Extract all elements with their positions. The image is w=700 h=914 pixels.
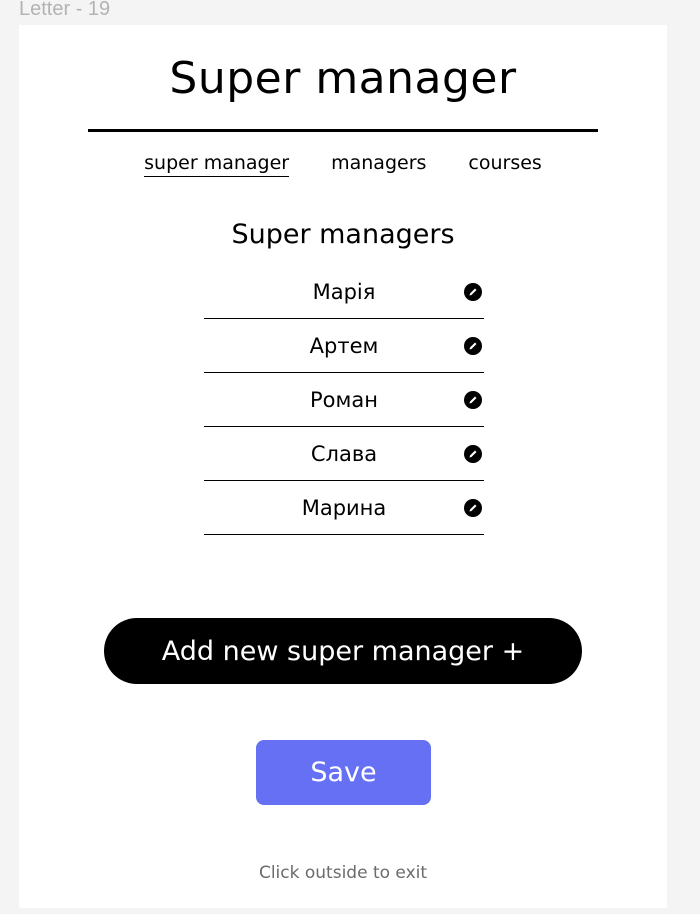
manager-name: Марина [301,495,387,520]
tab-super-manager[interactable]: super manager [144,152,290,177]
tab-managers[interactable]: managers [331,152,426,177]
manager-name: Артем [309,333,379,358]
tab-courses[interactable]: courses [468,152,541,177]
pencil-icon[interactable] [464,336,482,355]
list-item: Роман [204,373,484,427]
list-item: Марина [204,481,484,535]
manager-name: Роман [310,387,378,412]
title-divider [88,129,598,132]
exit-hint: Click outside to exit [258,863,428,883]
manager-name: Марія [312,279,376,304]
pencil-icon[interactable] [464,390,482,409]
page-title: Super manager [169,53,517,104]
pencil-icon[interactable] [464,498,482,517]
list-item: Артем [204,319,484,373]
pencil-icon[interactable] [464,444,482,463]
add-super-manager-button[interactable]: Add new super manager + [104,618,582,684]
list-item: Слава [204,427,484,481]
tab-bar: super manager managers courses [19,152,667,177]
modal-card: Super manager super manager managers cou… [19,25,667,908]
section-title: Super managers [231,219,455,250]
manager-name: Слава [310,441,378,466]
pencil-icon[interactable] [464,282,482,301]
list-item: Марія [204,265,484,319]
frame-label: Letter - 19 [19,0,111,20]
save-button[interactable]: Save [256,740,431,805]
super-manager-list: Марія Артем Роман Слава Марина [204,265,484,535]
